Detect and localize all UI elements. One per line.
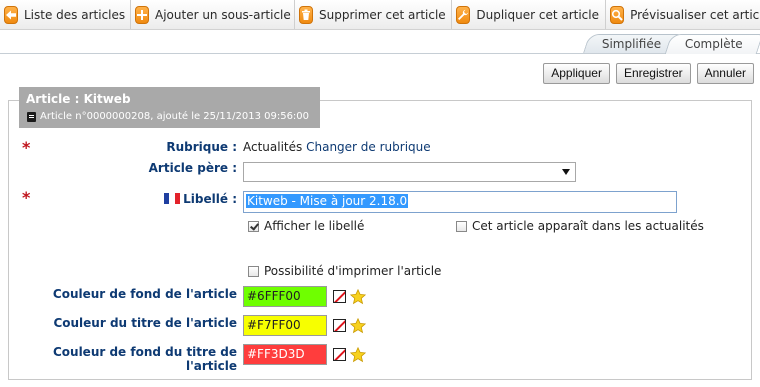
article-subtitle: Article n°0000000208, ajouté le 25/11/20… bbox=[27, 111, 309, 122]
toolbar: Liste des articles Ajouter un sous-artic… bbox=[0, 0, 760, 30]
add-sub-article-button[interactable]: Ajouter un sous-article bbox=[131, 0, 295, 29]
clear-color-icon[interactable] bbox=[333, 319, 346, 332]
title-color-input[interactable]: #F7FF00 bbox=[243, 315, 327, 336]
list-articles-button[interactable]: Liste des articles bbox=[0, 0, 131, 29]
document-icon bbox=[27, 111, 36, 122]
rubrique-value: Actualités bbox=[243, 140, 303, 154]
view-mode-tabs: Simplifiée Complète bbox=[582, 34, 760, 54]
tab-complete-label: Complète bbox=[684, 37, 743, 51]
chevron-down-icon bbox=[562, 169, 570, 175]
libelle-label: Libellé : bbox=[183, 192, 237, 206]
title-bg-color-input[interactable]: #FF3D3D bbox=[243, 344, 327, 365]
required-mark-libelle: * bbox=[22, 188, 31, 207]
show-libelle-label: Afficher le libellé bbox=[264, 219, 365, 233]
bg-color-label: Couleur de fond de l'article bbox=[52, 287, 237, 301]
wrench-icon bbox=[456, 5, 471, 24]
article-subtitle-text: Article n°0000000208, ajouté le 25/11/20… bbox=[40, 111, 310, 122]
change-rubrique-link[interactable]: Changer de rubrique bbox=[306, 140, 431, 154]
magnifier-icon bbox=[610, 5, 625, 24]
back-arrow-icon bbox=[4, 5, 18, 24]
rubrique-label: Rubrique : bbox=[166, 140, 237, 154]
add-sub-article-label: Ajouter un sous-article bbox=[155, 7, 291, 22]
article-title: Article : Kitweb bbox=[26, 92, 131, 106]
required-mark-rubrique: * bbox=[22, 138, 31, 157]
printable-checkbox[interactable]: Possibilité d'imprimer l'article bbox=[248, 264, 441, 278]
rubrique-value-row: Actualités Changer de rubrique bbox=[243, 140, 431, 154]
title-bg-color-label: Couleur de fond du titre de l'article bbox=[52, 345, 237, 373]
checkbox-unchecked-icon bbox=[456, 220, 467, 232]
tab-complete[interactable]: Complète bbox=[664, 34, 760, 54]
duplicate-article-button[interactable]: Dupliquer cet article bbox=[452, 0, 606, 29]
checkbox-checked-icon bbox=[248, 220, 259, 232]
libelle-label-row: Libellé : bbox=[60, 192, 237, 206]
article-header: Article : Kitweb Article n°0000000208, a… bbox=[19, 87, 320, 128]
star-icon[interactable] bbox=[350, 318, 366, 334]
tab-simplifiee-label: Simplifiée bbox=[602, 37, 662, 51]
show-libelle-checkbox[interactable]: Afficher le libellé bbox=[248, 219, 364, 233]
title-color-label: Couleur du titre de l'article bbox=[53, 316, 237, 330]
clear-color-icon[interactable] bbox=[333, 290, 346, 303]
parent-article-select[interactable] bbox=[243, 162, 576, 182]
star-icon[interactable] bbox=[350, 289, 366, 305]
list-articles-label: Liste des articles bbox=[24, 7, 126, 22]
tabs-divider bbox=[0, 53, 760, 54]
bg-color-input[interactable]: #6FFF00 bbox=[243, 286, 327, 307]
preview-article-label: Prévisualiser cet article bbox=[630, 7, 760, 22]
trash-icon bbox=[299, 5, 313, 24]
star-icon[interactable] bbox=[350, 347, 366, 363]
in-news-checkbox[interactable]: Cet article apparaît dans les actualités bbox=[456, 219, 704, 233]
libelle-input[interactable]: Kitweb - Mise à jour 2.18.0 bbox=[243, 191, 677, 213]
save-button[interactable]: Enregistrer bbox=[615, 63, 691, 84]
checkbox-unchecked-icon bbox=[248, 265, 259, 277]
libelle-input-value: Kitweb - Mise à jour 2.18.0 bbox=[246, 194, 409, 208]
plus-icon bbox=[135, 5, 149, 24]
delete-article-label: Supprimer cet article bbox=[319, 7, 446, 22]
in-news-label: Cet article apparaît dans les actualités bbox=[472, 219, 704, 233]
delete-article-button[interactable]: Supprimer cet article bbox=[295, 0, 452, 29]
preview-article-button[interactable]: Prévisualiser cet article bbox=[606, 0, 760, 29]
action-buttons: Appliquer Enregistrer Annuler bbox=[543, 63, 754, 84]
clear-color-icon[interactable] bbox=[333, 348, 346, 361]
french-flag-icon bbox=[164, 193, 181, 204]
cancel-button[interactable]: Annuler bbox=[696, 63, 754, 84]
printable-label: Possibilité d'imprimer l'article bbox=[264, 264, 442, 278]
parent-article-label: Article père : bbox=[148, 161, 237, 175]
apply-button[interactable]: Appliquer bbox=[543, 63, 610, 84]
duplicate-article-label: Dupliquer cet article bbox=[476, 7, 599, 22]
